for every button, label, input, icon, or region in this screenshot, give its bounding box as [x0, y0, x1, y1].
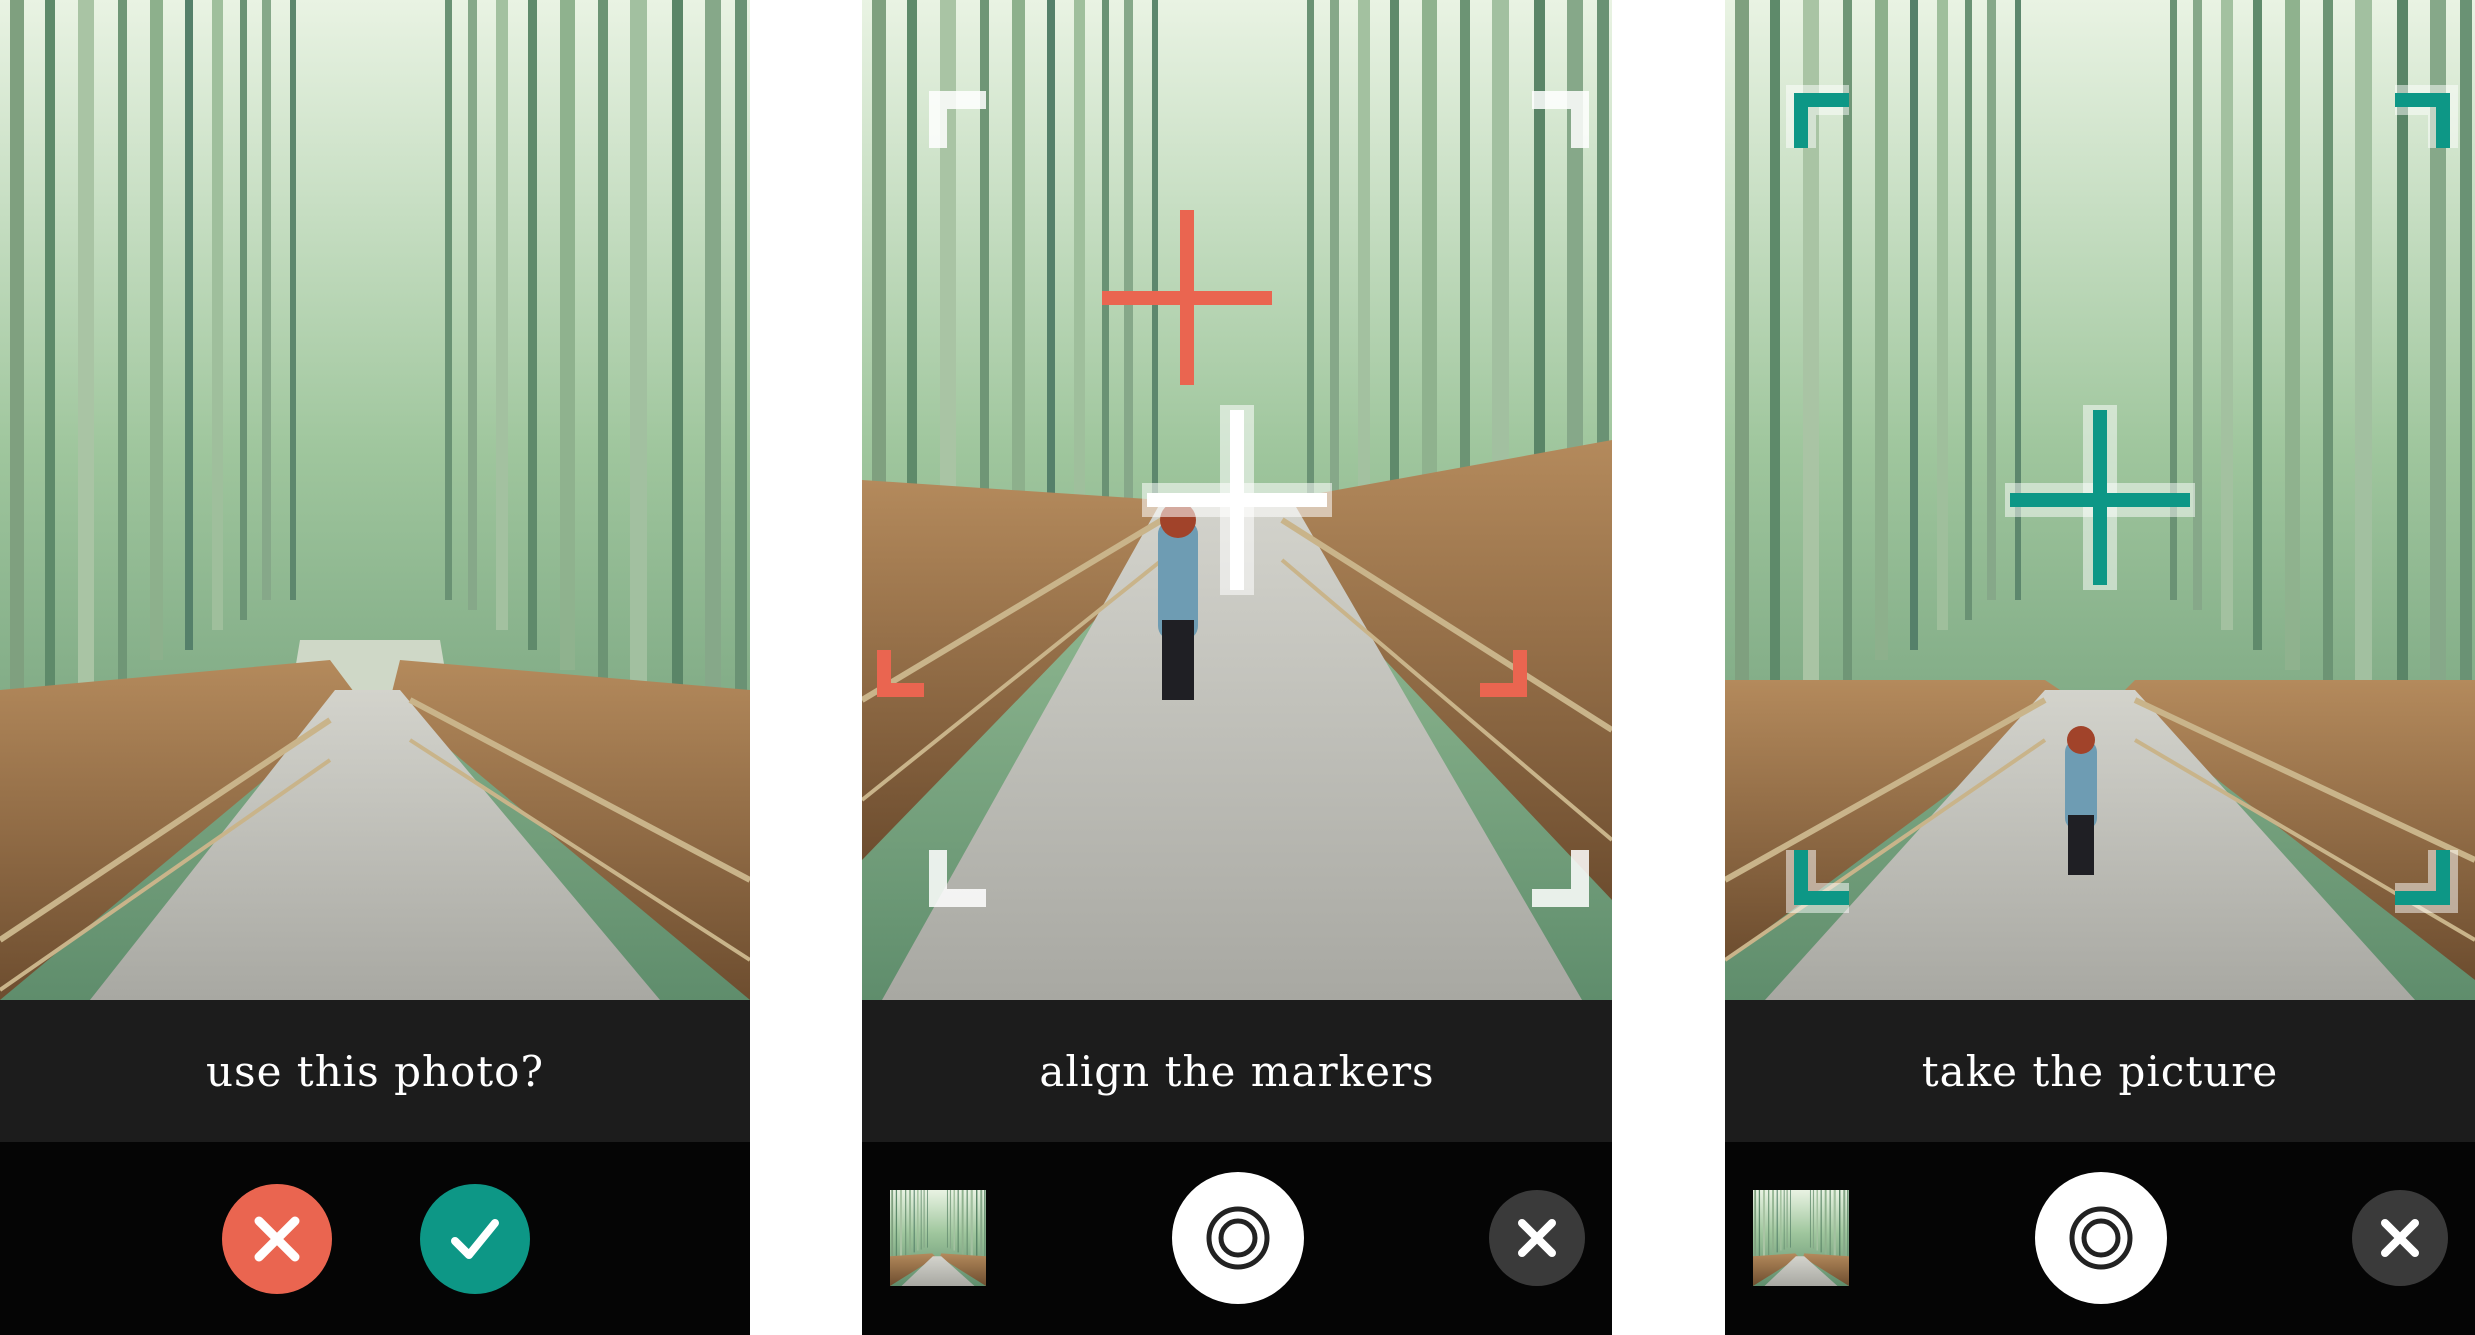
shutter-icon: [1206, 1206, 1270, 1270]
photo-thumbnail-icon: [1753, 1190, 1849, 1286]
control-bar: [0, 1142, 750, 1335]
corner-marker-icon: [877, 650, 1527, 697]
bamboo-path-photo: [0, 0, 750, 1000]
camera-photo: [0, 0, 750, 1000]
checkmark-icon: [451, 1219, 499, 1259]
close-icon: [2381, 1219, 2419, 1257]
caption-text: take the picture: [1921, 1046, 2279, 1096]
crosshair-icon: [1142, 405, 1332, 595]
accept-photo-button[interactable]: [420, 1184, 530, 1294]
camera-viewfinder: [1725, 0, 2475, 1000]
camera-viewfinder: [862, 0, 1612, 1000]
alignment-overlay: [877, 91, 1589, 907]
x-icon: [254, 1216, 300, 1262]
screen-take-picture: take the picture: [1725, 0, 2475, 1335]
photo-thumbnail-icon: [890, 1190, 986, 1286]
screen-confirm-photo: use this photo?: [0, 0, 750, 1335]
shutter-button[interactable]: [1172, 1172, 1304, 1304]
close-button[interactable]: [1489, 1190, 1585, 1286]
close-icon: [1518, 1219, 1556, 1257]
caption-bar: align the markers: [862, 1000, 1612, 1142]
alignment-overlay: [1786, 85, 2458, 913]
caption-bar: take the picture: [1725, 1000, 2475, 1142]
photo-thumbnail-button[interactable]: [1753, 1190, 1849, 1286]
crosshair-icon: [2005, 405, 2195, 590]
caption-text: align the markers: [1039, 1046, 1435, 1096]
caption-text: use this photo?: [206, 1046, 544, 1096]
photo-thumbnail-button[interactable]: [890, 1190, 986, 1286]
close-button[interactable]: [2352, 1190, 2448, 1286]
caption-bar: use this photo?: [0, 1000, 750, 1142]
screen-align-markers: align the markers: [862, 0, 1612, 1335]
shutter-icon: [2069, 1206, 2133, 1270]
crosshair-icon: [1102, 210, 1272, 385]
shutter-button[interactable]: [2035, 1172, 2167, 1304]
reject-photo-button[interactable]: [222, 1184, 332, 1294]
